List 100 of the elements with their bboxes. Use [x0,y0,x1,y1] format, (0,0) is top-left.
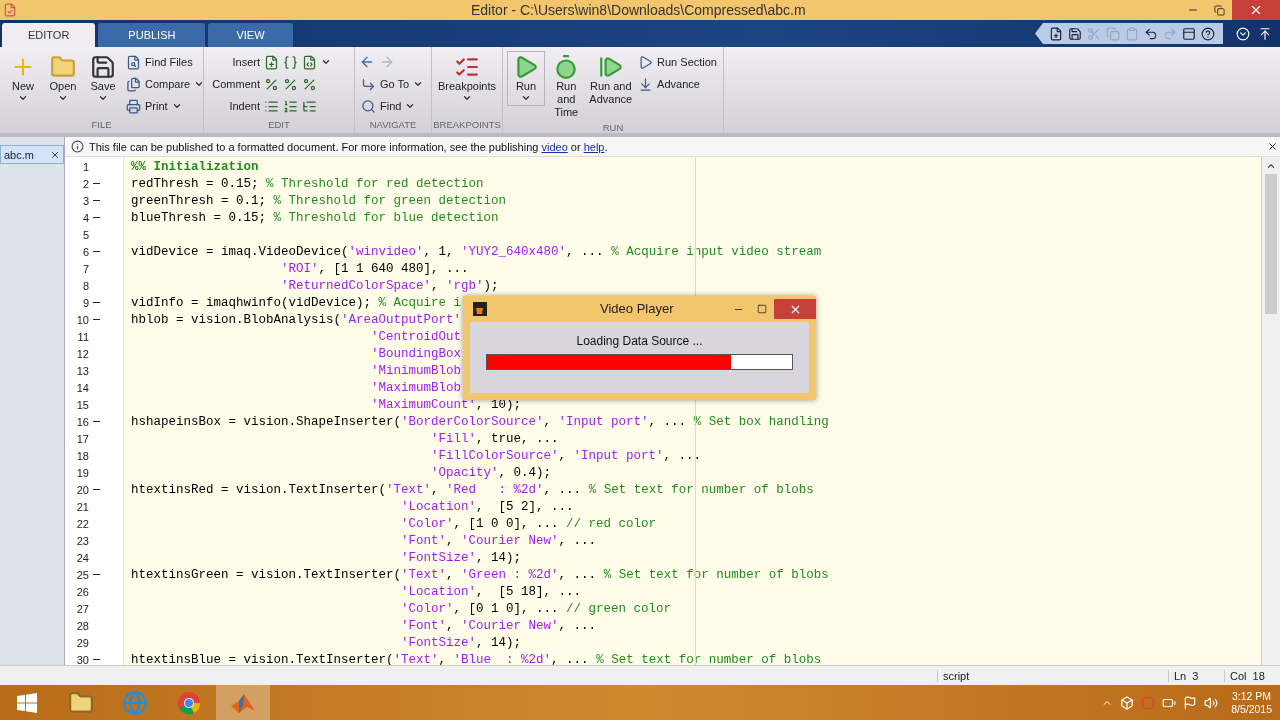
line-value: 3 [1192,669,1199,682]
list-indent-icon[interactable] [283,98,298,114]
file-tab[interactable]: abc.m [0,145,64,164]
file-type: script [943,669,970,682]
ribbon-button[interactable]: New [4,51,42,106]
breakpoint-marker[interactable] [92,421,100,422]
line-number: 12 [75,347,89,360]
help-icon[interactable] [1201,26,1215,41]
line-number: 26 [75,585,89,598]
line-number: 17 [75,432,89,445]
breakpoint-marker[interactable] [92,200,100,201]
code-line: vidInfo = imaqhwinfo(vidDevice); % Acquire i [131,295,462,310]
braces-icon[interactable] [283,54,298,70]
info-icon [71,140,84,153]
cup-icon [473,302,487,316]
clock-date: 8/5/2015 [1231,702,1272,716]
back-arrow-icon[interactable] [359,54,375,70]
ribbon-tab[interactable]: VIEW [208,23,293,47]
breakpoint-marker[interactable] [92,489,100,490]
ribbon-tab[interactable]: PUBLISH [98,23,206,47]
file-plus-icon[interactable] [264,54,279,70]
code-line: greenThresh = 0.1; % Threshold for green detection [131,193,507,208]
code-line: %% Initialization [131,159,259,174]
close-icon[interactable] [50,149,60,160]
line-number: 14 [75,381,89,394]
play-icon [638,54,654,70]
code-line: 'MaximumBlob [371,380,462,395]
files-icon [126,76,141,92]
scroll-up-icon[interactable] [1266,161,1276,171]
file-plus-icon[interactable] [1049,26,1063,41]
group-label: FILE [91,119,112,130]
close-icon [1249,3,1263,17]
code-line: 'Location', [5 18], ... [401,584,582,599]
ribbon-button[interactable]: Run [507,51,545,106]
percent-icon[interactable] [302,76,317,92]
line-number: 16 [75,415,89,428]
breakpoint-marker[interactable] [92,574,100,575]
line-number: 30 [75,653,89,665]
clock-time: 3:12 PM [1232,689,1272,703]
close-icon[interactable] [1267,141,1278,152]
breakpoint-marker[interactable] [92,251,100,252]
save-icon[interactable] [1068,26,1082,41]
breakpoint-marker[interactable] [92,319,100,320]
ribbon-button[interactable]: Print [124,96,207,116]
ribbon-button[interactable]: Find Files [124,52,207,72]
percent-icon[interactable] [283,76,298,92]
code-line: hblob = vision.BlobAnalysis('AreaOutputPort' [131,312,462,327]
window-icon[interactable] [1182,26,1196,41]
ribbon-button[interactable]: Advance [636,74,719,94]
ribbon-button[interactable]: Save [84,51,122,106]
link[interactable]: video [541,140,568,153]
group-label: BREAKPOINTS [433,119,501,130]
row-label: Indent [228,100,260,112]
play-step-icon [597,54,624,80]
windows-logo-icon[interactable] [17,692,37,713]
percent-icon[interactable] [264,76,279,92]
line-number: 8 [81,279,89,292]
ribbon-button[interactable]: Find [359,96,426,116]
chevron-down-icon[interactable] [1236,26,1250,41]
list-icon[interactable] [264,98,279,114]
file-code-icon[interactable] [302,54,317,70]
column-value: 18 [1252,669,1265,682]
line-number: 5 [81,228,89,241]
search-icon [361,98,376,114]
row-label: Insert [231,56,260,68]
breakpoint-marker[interactable] [92,302,100,303]
ribbon-button[interactable]: Run Section [636,52,719,72]
line-number: 23 [75,534,89,547]
code-line: 'Opacity', 0.4); [431,465,552,480]
list-tree-icon[interactable] [302,98,317,114]
caret-icon [194,79,205,89]
row-label: Comment [211,78,260,90]
breakpoint-marker[interactable] [92,659,100,660]
code-line: htextinsRed = vision.TextInserter('Text', 'Red : %2d', ... % Set text for number of blobs [131,482,814,497]
ribbon-button[interactable]: Open [44,51,82,106]
ribbon-button[interactable]: Run and Time [547,51,586,122]
code-line: blueThresh = 0.15; % Threshold for blue detection [131,210,499,225]
collapse-icon[interactable] [1258,26,1272,41]
flag-icon[interactable] [1183,695,1198,710]
ribbon-button[interactable]: Go To [359,74,426,94]
ribbon-button[interactable]: Compare [124,74,207,94]
undo-icon[interactable] [1144,26,1158,41]
info-message: This file can be published to a formatted document. For more information, see the publishing video or help. [89,140,608,153]
line-number: 22 [75,517,89,530]
breakpoint-marker[interactable] [92,217,100,218]
line-number: 3 [81,194,89,207]
code-line: 'ReturnedColorSpace', 'rgb'); [281,278,499,293]
ribbon-button[interactable]: Run and Advance [587,51,635,109]
caret-icon [521,93,531,103]
line-number: 13 [75,364,89,377]
breakpoint-marker[interactable] [92,183,100,184]
code-line: redThresh = 0.15; % Threshold for red detection [131,176,484,191]
ribbon-tab[interactable]: EDITOR [2,23,96,47]
scrollbar-thumb[interactable] [1265,174,1277,314]
caret-icon [18,93,28,103]
ribbon-button[interactable]: Breakpoints [436,51,498,106]
box-icon[interactable] [1120,695,1135,710]
speaker-icon[interactable] [1204,695,1219,710]
line-number: 24 [75,551,89,564]
line-number: 19 [75,466,89,479]
